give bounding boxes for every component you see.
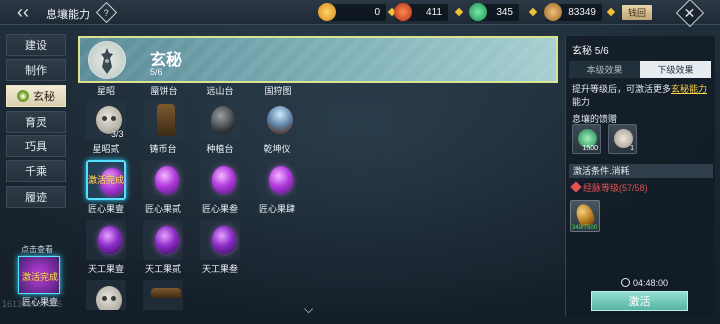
currency-gold: 0 bbox=[318, 3, 386, 21]
sidebar-item-craft[interactable]: 制作 bbox=[6, 59, 66, 81]
grid-item[interactable] bbox=[78, 280, 134, 310]
material-item[interactable]: 349/7500 bbox=[570, 200, 600, 232]
help-icon[interactable]: ? bbox=[95, 1, 118, 24]
column-header: 远山台 bbox=[206, 86, 234, 96]
faint-id: 161301003826 bbox=[2, 299, 63, 309]
banner-level: 5/6 bbox=[150, 67, 163, 77]
grid-item[interactable]: 乾坤仪 bbox=[249, 100, 305, 160]
detail-panel: 玄秘 5/6 本级效果 下级效果 提升等级后，可激活更多玄秘能力能力 息壤的馈赠… bbox=[565, 36, 715, 316]
column-header: 星昭 bbox=[96, 86, 115, 96]
gift-item[interactable]: 1500 bbox=[572, 124, 601, 154]
back-arrow-icon[interactable]: ‹‹ bbox=[12, 2, 34, 23]
effect-description: 提升等级后，可激活更多玄秘能力能力 bbox=[572, 84, 708, 107]
column-header: 国狩图 bbox=[264, 86, 292, 96]
grid-item[interactable] bbox=[135, 280, 191, 310]
tab-next-effect[interactable]: 下级效果 bbox=[640, 61, 711, 78]
ability-link[interactable]: 玄秘能力 bbox=[671, 84, 707, 94]
add-diamond-icon[interactable] bbox=[454, 7, 464, 17]
gold-coin-icon bbox=[318, 3, 336, 21]
activated-item-badge[interactable]: 激活完成 bbox=[18, 256, 60, 294]
page-title: 息壤能力 bbox=[46, 9, 90, 21]
sidebar-item-label: 玄秘 bbox=[33, 91, 55, 103]
purple-fruit-icon bbox=[155, 166, 179, 194]
roof-icon bbox=[151, 288, 181, 298]
sidebar-item-build[interactable]: 建设 bbox=[6, 34, 66, 56]
urn-icon bbox=[211, 106, 235, 134]
condition-heading: 激活条件.消耗 bbox=[569, 164, 713, 178]
sidebar: 建设 制作 ❀ 玄秘 育灵 巧具 千乘 履迹 bbox=[6, 34, 66, 210]
status-badge: 激活完成 bbox=[87, 175, 124, 185]
gift-item[interactable]: 1 bbox=[608, 124, 637, 154]
currency-red: 411 bbox=[394, 3, 448, 21]
currency-bronze: 83349 bbox=[544, 3, 602, 21]
add-diamond-icon[interactable] bbox=[606, 7, 616, 17]
grid-item-selected[interactable]: 激活完成 匠心果壹 bbox=[78, 160, 134, 220]
grid-item[interactable]: 3/3 星昭贰 bbox=[78, 100, 134, 160]
dark-fruit-icon bbox=[212, 226, 236, 254]
jade-icon bbox=[469, 3, 487, 21]
sidebar-item-mystic[interactable]: ❀ 玄秘 bbox=[6, 85, 66, 107]
sidebar-item-chariot[interactable]: 千乘 bbox=[6, 160, 66, 182]
top-bar: ‹‹ 息壤能力 ? 0 411 345 83349 钱回 ✕ bbox=[0, 0, 720, 28]
countdown-timer: 04:48:00 bbox=[621, 278, 668, 288]
grid-item[interactable]: 种植台 bbox=[192, 100, 248, 160]
stone-face-icon bbox=[96, 286, 122, 310]
purple-fruit-icon bbox=[212, 166, 236, 194]
close-icon[interactable]: ✕ bbox=[675, 0, 705, 28]
dark-fruit-icon bbox=[155, 226, 179, 254]
grid-item[interactable]: 天工果叁 bbox=[192, 220, 248, 280]
panel-title: 玄秘 5/6 bbox=[572, 46, 609, 57]
add-diamond-icon[interactable] bbox=[528, 7, 538, 17]
grid-item[interactable]: 天工果贰 bbox=[135, 220, 191, 280]
tab-current-effect[interactable]: 本级效果 bbox=[569, 61, 640, 78]
warning-icon bbox=[570, 181, 582, 193]
chevron-down-icon[interactable]: ⌵ bbox=[304, 302, 313, 317]
armillary-orb-icon bbox=[267, 106, 293, 134]
click-view-hint: 点击查看 bbox=[21, 245, 53, 254]
purple-fruit-icon bbox=[269, 166, 293, 194]
sidebar-item-tools[interactable]: 巧具 bbox=[6, 135, 66, 157]
grid-item[interactable]: 匠心果叁 bbox=[192, 160, 248, 220]
grid-item[interactable]: 匠心果贰 bbox=[135, 160, 191, 220]
requirement-text: 经脉等级(57/58) bbox=[570, 181, 648, 194]
grid-item[interactable]: 匠心果肆 bbox=[249, 160, 305, 220]
sidebar-item-footprints[interactable]: 履迹 bbox=[6, 186, 66, 208]
sidebar-item-nurture[interactable]: 育灵 bbox=[6, 111, 66, 133]
red-spiral-icon bbox=[394, 3, 412, 21]
exchange-button[interactable]: 钱回 bbox=[622, 5, 652, 20]
activate-button[interactable]: 激活 bbox=[591, 291, 688, 311]
bronze-coin-icon bbox=[544, 3, 562, 21]
dark-fruit-icon bbox=[98, 226, 122, 254]
currency-jade: 345 bbox=[469, 3, 519, 21]
statue-icon bbox=[157, 104, 175, 136]
leaf-icon: ❀ bbox=[17, 90, 29, 102]
grid-item[interactable]: 铸币台 bbox=[135, 100, 191, 160]
column-header: 蜃饼台 bbox=[150, 86, 178, 96]
grid-item[interactable]: 天工果壹 bbox=[78, 220, 134, 280]
mystic-sculpture-icon bbox=[88, 41, 126, 79]
category-banner: 玄秘 5/6 bbox=[78, 36, 558, 83]
clock-icon bbox=[621, 278, 630, 287]
